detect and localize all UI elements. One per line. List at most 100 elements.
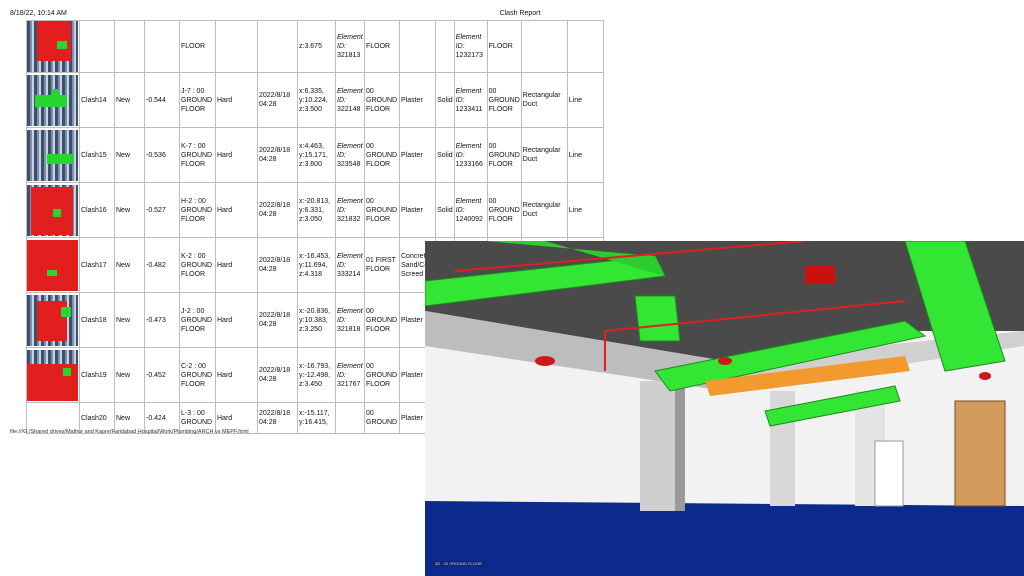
cell-type: Hard <box>215 182 258 238</box>
cell-status: New <box>114 237 145 293</box>
cell-id2: Element ID: 1233411 <box>453 72 488 128</box>
cell-item2: Rectangular Duct <box>520 182 568 238</box>
cell-item2: Rectangular Duct <box>520 72 568 128</box>
cell-type: Hard <box>215 347 258 403</box>
cell-name: Clash18 <box>79 292 115 348</box>
element-id-value: 1233411 <box>455 105 483 113</box>
cell-layer2: 00 GROUND FLOOR <box>486 127 522 183</box>
element-id-label: Element ID: <box>337 362 363 379</box>
cell-id1: Element ID: 321832 <box>335 182 365 238</box>
element-id-label: Element ID: <box>455 197 482 214</box>
cell-id1: Element ID: 333214 <box>335 237 365 293</box>
cell-type: Hard <box>215 292 258 348</box>
cell-grid: K-7 : 00 GROUND FLOOR <box>179 127 216 183</box>
element-id-value: 321813 <box>337 52 361 59</box>
element-id-label: Element ID: <box>337 307 363 324</box>
cell-date <box>257 20 298 73</box>
element-id-label: Element ID: <box>455 87 482 104</box>
window <box>874 440 904 507</box>
cell-grid: C-2 : 00 GROUND FLOOR <box>179 347 216 403</box>
element-id-value: 321767 <box>337 380 361 388</box>
cell-point: x:-16.453, y:11.694, z:4.318 <box>297 237 336 293</box>
clash-thumbnail <box>26 20 80 73</box>
element-id-label: Element ID: <box>455 142 482 159</box>
clash-thumbnail <box>26 237 80 293</box>
cell-typ2: Line <box>566 127 604 183</box>
cell-mat1: Plaster <box>398 182 437 238</box>
cell-id1: Element ID: 321818 <box>335 292 365 348</box>
cell-id1: Element ID: 321813 <box>335 20 365 73</box>
cell-name: Clash16 <box>79 182 115 238</box>
cell-distance <box>144 20 180 73</box>
cell-layer1: 00 GROUND FLOOR <box>364 182 400 238</box>
view-name-label: 3D - 00 GROUND FLOOR <box>433 561 484 566</box>
cell-layer1: 00 GROUND FLOOR <box>364 127 400 183</box>
cell-layer1: 00 GROUND <box>364 402 400 434</box>
print-date: 8/18/22, 10:14 AM <box>10 10 67 17</box>
element-id-value: 1232173 <box>455 52 483 59</box>
cell-type <box>215 20 258 73</box>
element-id-value: 333214 <box>337 270 361 278</box>
cell-grid: K-2 : 00 GROUND FLOOR <box>179 237 216 293</box>
cell-name: Clash15 <box>79 127 115 183</box>
cell-id2: Element ID: 1240092 <box>453 182 488 238</box>
cell-layer2: 00 GROUND FLOOR <box>486 182 522 238</box>
cell-point: x:-15.117, y:16.415, <box>297 402 336 434</box>
cell-status: New <box>114 347 145 403</box>
cell-name: Clash19 <box>79 347 115 403</box>
cell-kind: Solid <box>435 72 455 128</box>
table-row: Clash16 New -0.527 H-2 : 00 GROUND FLOOR Har… <box>26 182 604 238</box>
cell-status <box>114 20 145 73</box>
cell-layer1: 00 GROUND FLOOR <box>364 347 400 403</box>
element-id-value: 322148 <box>337 105 361 113</box>
cell-point: x:4.463, y:15.171, z:3.600 <box>297 127 336 183</box>
cell-layer1: 00 GROUND FLOOR <box>364 292 400 348</box>
cell-grid: H-2 : 00 GROUND FLOOR <box>179 182 216 238</box>
cell-date: 2022/8/18 04:28 <box>257 72 298 128</box>
cell-point: x:-16.793, y:-12.498, z:3.450 <box>297 347 336 403</box>
print-header: 8/18/22, 10:14 AM Clash Report <box>0 0 1024 18</box>
table-row: Clash15 New -0.536 K-7 : 00 GROUND FLOOR Har… <box>26 127 604 183</box>
cell-mat1: Plaster <box>398 72 437 128</box>
cell-mat1 <box>398 20 437 73</box>
diffuser <box>805 266 835 284</box>
element-id-value: 1240092 <box>455 215 483 223</box>
cell-grid: J-2 : 00 GROUND FLOOR <box>179 292 216 348</box>
cell-name: Clash14 <box>79 72 115 128</box>
cell-id2: Element ID: 1233166 <box>453 127 488 183</box>
clash-thumbnail <box>26 292 80 348</box>
door <box>954 400 1006 507</box>
element-id-label: Element ID: <box>337 142 363 159</box>
cell-kind <box>435 20 455 73</box>
cell-id1: Element ID: 323548 <box>335 127 365 183</box>
clash-thumbnail <box>26 127 80 183</box>
cell-point: z:3.675 <box>297 20 336 73</box>
cell-typ2: Line <box>566 182 604 238</box>
cell-layer2: 00 GROUND FLOOR <box>486 72 522 128</box>
model-render <box>425 241 1024 576</box>
cell-name: Clash17 <box>79 237 115 293</box>
cell-point: x:6.335, y:10.224, z:3.500 <box>297 72 336 128</box>
cell-typ2 <box>566 20 604 73</box>
table-row: FLOOR z:3.675 Element ID: 321813 FLOOR Eleme… <box>26 20 604 73</box>
column-1 <box>640 381 675 511</box>
table-row: Clash14 New -0.544 J-7 : 00 GROUND FLOOR Har… <box>26 72 604 128</box>
cell-type: Hard <box>215 127 258 183</box>
print-footer-path: file:///G:/Shared drives/Mathur and Kapr… <box>10 429 249 435</box>
cell-layer1: 01 FIRST FLOOR <box>364 237 400 293</box>
element-id-value: 321832 <box>337 215 361 223</box>
clash-thumbnail <box>26 72 80 128</box>
cell-layer1: 00 GROUND FLOOR <box>364 72 400 128</box>
element-id-label: Element ID: <box>337 34 363 50</box>
cell-date: 2022/8/18 04:28 <box>257 237 298 293</box>
cell-kind: Solid <box>435 127 455 183</box>
cell-layer2: FLOOR <box>486 20 522 73</box>
clash-3d-view <box>425 241 1024 576</box>
cell-item2 <box>520 20 568 73</box>
cell-layer1: FLOOR <box>364 20 400 73</box>
report-title: Clash Report <box>499 10 541 17</box>
cell-distance: -0.473 <box>144 292 180 348</box>
element-id-value: 321818 <box>337 325 361 333</box>
cell-date: 2022/8/18 04:28 <box>257 347 298 403</box>
cell-status: New <box>114 292 145 348</box>
